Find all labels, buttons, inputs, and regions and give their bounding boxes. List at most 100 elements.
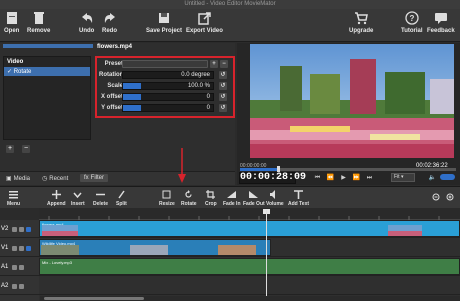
lane-v1: Wildlife Video.mp4 — [39, 239, 460, 257]
scrollbar-thumb[interactable] — [44, 297, 144, 300]
track-head-v1[interactable]: V1 — [0, 239, 39, 257]
export-video-button[interactable]: Export Video — [186, 11, 223, 41]
preset-add-button[interactable]: + — [210, 60, 218, 68]
window-title: Untitled - Video Editor MovieMator — [0, 0, 460, 9]
fade-out-button[interactable]: Fade Out — [243, 190, 265, 207]
skip-forward-icon[interactable]: ⏭ — [365, 174, 374, 183]
clip-music[interactable]: Mix - Lovely.mp3 — [39, 258, 460, 275]
duration-label: 00:02:36:22 — [416, 163, 448, 169]
y-offset-slider[interactable]: 0 — [122, 104, 214, 112]
preset-remove-button[interactable]: − — [220, 60, 228, 68]
param-row-scale: Scale 100.0 % ↺ — [107, 82, 227, 90]
track-head-a2[interactable]: A2 — [0, 277, 39, 295]
mute-icon[interactable] — [19, 246, 24, 251]
mute-icon[interactable] — [19, 265, 24, 270]
rotate-button[interactable]: Rotate — [181, 190, 197, 207]
visibility-icon[interactable] — [26, 246, 31, 251]
undo-icon — [81, 13, 92, 23]
rewind-icon[interactable]: ⏪ — [326, 174, 335, 183]
save-icon — [159, 13, 170, 23]
y-offset-reset-button[interactable]: ↺ — [219, 104, 227, 112]
tab-recent[interactable]: ◷ Recent — [42, 175, 68, 183]
undo-button[interactable]: Undo — [79, 11, 94, 41]
plus-icon — [51, 190, 61, 199]
zoom-select[interactable]: Fit ▾ — [391, 173, 415, 182]
remove-button[interactable]: Remove — [27, 11, 50, 41]
zoom-out-icon — [432, 193, 440, 201]
filter-icon: fx — [84, 175, 89, 181]
volume-icon[interactable]: 🔈 — [428, 174, 437, 183]
filter-item-rotate[interactable]: ✓ Rotate — [4, 67, 90, 76]
track-head-v2[interactable]: V2 — [0, 220, 39, 238]
text-icon — [294, 190, 304, 199]
timeline-toolbar: Menu Append Insert Delete Split Resize R… — [0, 186, 460, 208]
append-button[interactable]: Append — [47, 190, 66, 207]
upgrade-button[interactable]: Upgrade — [349, 11, 373, 41]
preset-select[interactable] — [122, 60, 208, 68]
resize-button[interactable]: Resize — [159, 190, 175, 207]
feedback-button[interactable]: Feedback — [427, 11, 455, 41]
timecode-field[interactable]: 00:00:28:09 — [239, 172, 306, 184]
video-preview — [250, 44, 454, 158]
rotation-slider[interactable]: 0.0 degree — [122, 71, 214, 79]
volume-slider[interactable] — [440, 174, 455, 180]
zoom-out-button[interactable] — [432, 193, 441, 204]
panel-header-strip — [3, 44, 93, 48]
split-icon — [118, 190, 125, 199]
param-row-rotation: Rotation 0.0 degree ↺ — [99, 71, 227, 79]
annotation-arrow — [178, 148, 186, 183]
save-project-button[interactable]: Save Project — [146, 11, 182, 41]
fade-in-button[interactable]: Fade In — [223, 190, 241, 207]
export-icon — [198, 12, 212, 25]
rotation-reset-button[interactable]: ↺ — [219, 71, 227, 79]
scale-reset-button[interactable]: ↺ — [219, 82, 227, 90]
x-offset-slider[interactable]: 0 — [122, 93, 214, 101]
mute-icon[interactable] — [19, 284, 24, 289]
insert-button[interactable]: Insert — [71, 190, 85, 207]
tab-media[interactable]: ▣ Media — [6, 175, 30, 183]
add-text-button[interactable]: Add Text — [288, 190, 309, 207]
clip-flowers[interactable]: flowers.mp4 — [39, 220, 460, 237]
help-icon: ? — [405, 11, 419, 25]
scale-slider[interactable]: 100.0 % — [122, 82, 214, 90]
timeline-scrollbar[interactable] — [40, 296, 460, 301]
panel-tabs: ▣ Media ◷ Recent fx Filter — [0, 171, 235, 185]
track-headers: V2 V1 A1 A2 — [0, 220, 39, 301]
open-icon — [6, 12, 17, 24]
zoom-in-button[interactable] — [446, 193, 455, 204]
tab-filter[interactable]: fx Filter — [80, 174, 109, 182]
split-button[interactable]: Split — [116, 190, 127, 207]
cart-icon — [355, 12, 369, 25]
play-icon[interactable]: ▶ — [339, 174, 348, 183]
lock-icon[interactable] — [12, 265, 17, 270]
filter-clip-name: flowers.mp4 — [97, 44, 133, 50]
remove-filter-button[interactable]: − — [22, 145, 30, 153]
lane-v2: flowers.mp4 — [39, 220, 460, 238]
mute-icon[interactable] — [19, 227, 24, 232]
track-head-a1[interactable]: A1 — [0, 258, 39, 276]
lock-icon[interactable] — [12, 227, 17, 232]
clip-wildlife[interactable]: Wildlife Video.mp4 — [39, 239, 271, 256]
add-filter-button[interactable]: + — [6, 145, 14, 153]
timeline-ruler[interactable] — [39, 208, 460, 221]
minus-icon — [96, 193, 105, 196]
lock-icon[interactable] — [12, 246, 17, 251]
lock-icon[interactable] — [12, 284, 17, 289]
insert-icon — [73, 192, 82, 199]
menu-button[interactable]: Menu — [7, 190, 20, 207]
redo-button[interactable]: Redo — [102, 11, 117, 41]
param-row-y-offset: Y offset 0 ↺ — [101, 104, 227, 112]
filter-properties: Preset + − Rotation 0.0 degree ↺ Scale 1… — [95, 56, 235, 118]
skip-back-icon[interactable]: ⏮ — [313, 174, 322, 183]
visibility-icon[interactable] — [26, 227, 31, 232]
playhead[interactable] — [266, 210, 267, 301]
clock-icon: ◷ — [42, 176, 48, 182]
delete-button[interactable]: Delete — [93, 190, 108, 207]
open-button[interactable]: Open — [4, 11, 19, 41]
volume-button[interactable]: Volume — [266, 190, 284, 207]
crop-button[interactable]: Crop — [205, 190, 217, 207]
tutorial-button[interactable]: ? Tutorial — [401, 11, 423, 41]
fast-forward-icon[interactable]: ⏩ — [352, 174, 361, 183]
x-offset-reset-button[interactable]: ↺ — [219, 93, 227, 101]
fade-in-icon — [227, 191, 237, 198]
